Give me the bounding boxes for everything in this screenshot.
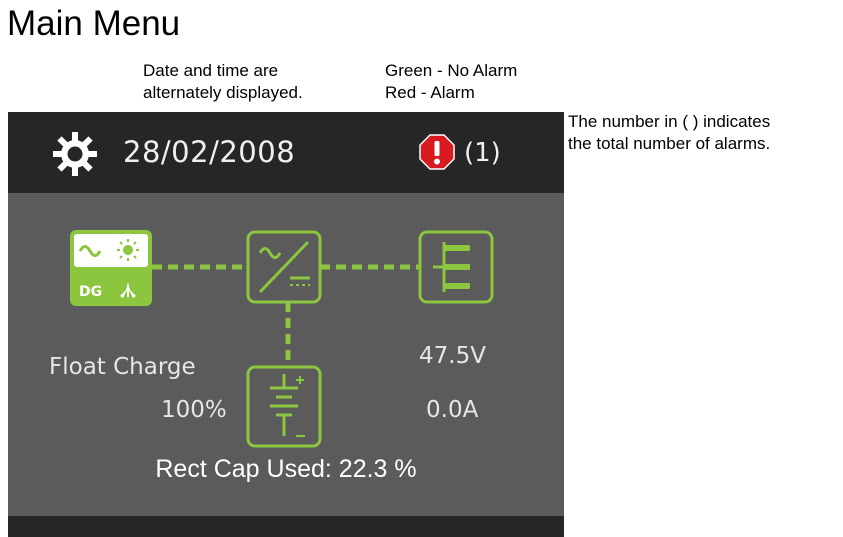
rect-cap-used: Rect Cap Used: 22.3 % xyxy=(155,455,417,483)
distribution-branch xyxy=(444,264,470,270)
battery-capacity-value: 100% xyxy=(161,397,227,423)
controller-screen: 28/02/2008 (1) DG Float Charge 100% 47.5… xyxy=(8,112,564,537)
ac-solar-dg-input-icon[interactable]: DG xyxy=(70,230,152,306)
date-time-note: Date and time are alternately displayed. xyxy=(143,60,303,104)
date-time-note-line-1: Date and time are xyxy=(143,61,279,80)
screen-footer xyxy=(8,516,564,537)
dc-distribution-icon[interactable] xyxy=(418,230,494,304)
page-title: Main Menu xyxy=(7,4,181,43)
rectifier-icon[interactable] xyxy=(246,230,322,304)
charge-mode-label: Float Charge xyxy=(49,354,196,380)
alarm-count-note: The number in ( ) indicates the total nu… xyxy=(568,111,770,155)
alarm-color-note-line-2: Red - Alarm xyxy=(385,83,475,102)
current-value: 0.0A xyxy=(426,397,479,423)
battery-icon[interactable] xyxy=(246,365,322,448)
voltage-value: 47.5V xyxy=(419,343,486,369)
dg-label: DG xyxy=(79,284,102,300)
distribution-branch xyxy=(444,283,470,289)
alarm-count-note-line-2: the total number of alarms. xyxy=(568,134,771,153)
alarm-color-note: Green - No Alarm Red - Alarm xyxy=(385,60,517,104)
distribution-branch xyxy=(444,245,470,251)
date-time-note-line-2: alternately displayed. xyxy=(143,83,303,102)
alarm-color-note-line-1: Green - No Alarm xyxy=(385,61,518,80)
alarm-count-note-line-1: The number in ( ) indicates xyxy=(568,112,771,131)
